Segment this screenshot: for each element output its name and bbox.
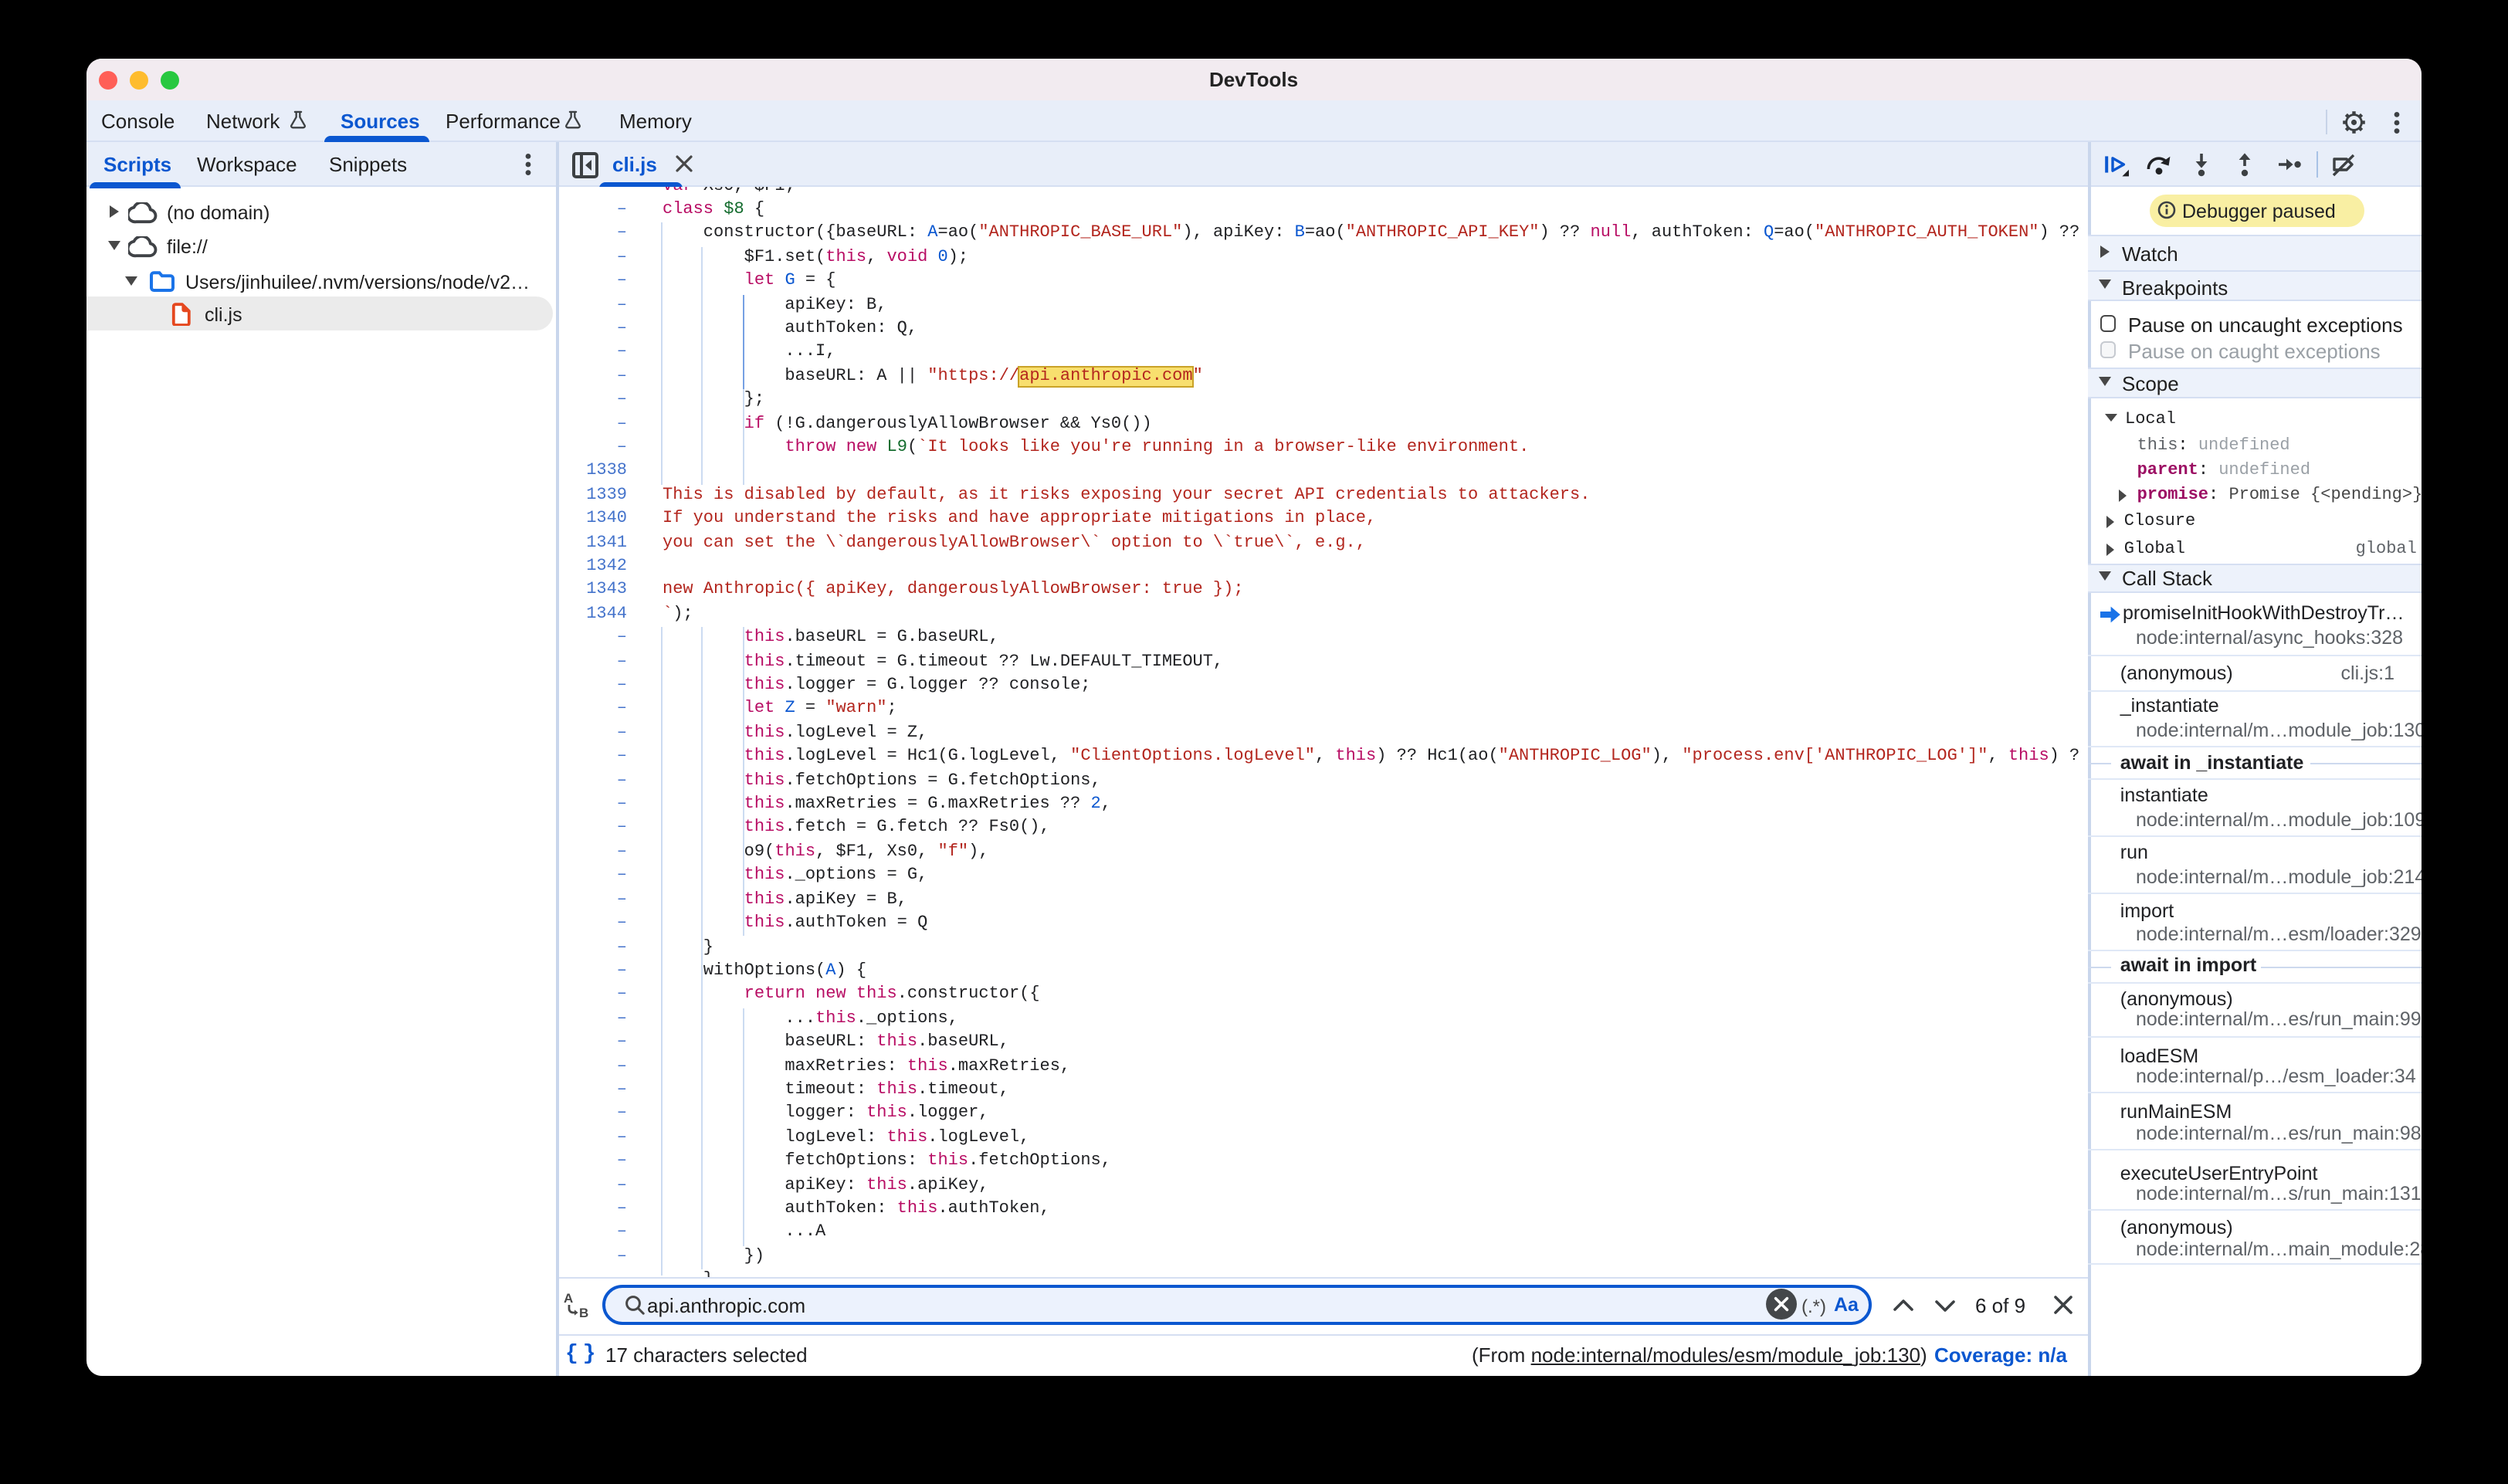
svg-text:B: B — [579, 1306, 588, 1319]
svg-text:A: A — [564, 1291, 573, 1306]
